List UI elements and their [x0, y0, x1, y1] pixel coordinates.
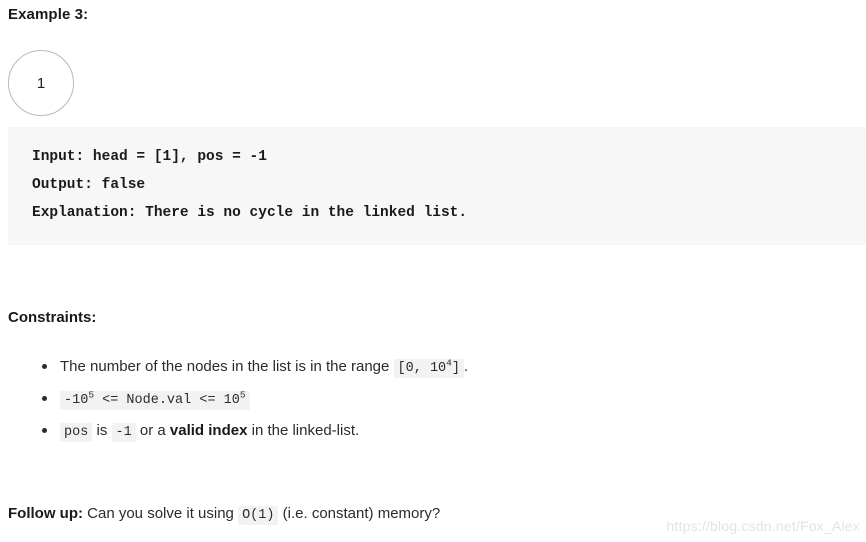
constraint-3-bold: valid index — [169, 422, 248, 439]
example-title: Example 3: — [8, 6, 89, 23]
document-page: Example 3: 1 Input: head = [1], pos = -1… — [0, 0, 866, 542]
follow-up-text-after: (i.e. constant) memory? — [282, 505, 441, 522]
constraint-2-lead-sup: 5 — [88, 389, 95, 401]
example-code-block: Input: head = [1], pos = -1 Output: fals… — [8, 127, 866, 245]
constraint-2-mid: <= Node.val <= 10 — [102, 393, 240, 408]
code-line-input: Input: head = [1], pos = -1 — [32, 149, 267, 165]
constraint-1-text: The number of the nodes in the list is i… — [60, 358, 390, 375]
follow-up-chip: O(1) — [238, 506, 279, 525]
node-value: 1 — [36, 74, 46, 92]
code-line-output: Output: false — [32, 177, 146, 193]
constraint-3-text-2: or a — [139, 422, 166, 439]
constraints-list: The number of the nodes in the list is i… — [8, 352, 866, 448]
follow-up: Follow up: Can you solve it using O(1) (… — [8, 505, 441, 525]
linked-list-diagram: 1 — [8, 50, 78, 116]
constraint-3-text-1: is — [96, 422, 108, 439]
follow-up-text-before: Can you solve it using — [87, 505, 234, 522]
list-item: The number of the nodes in the list is i… — [42, 352, 866, 384]
list-item: -105 <= Node.val <= 105 — [42, 384, 866, 416]
watermark: https://blog.csdn.net/Fox_Alex — [666, 518, 860, 534]
list-item: pos is -1 or a valid index in the linked… — [42, 416, 866, 448]
node-circle: 1 — [8, 50, 74, 116]
constraint-1-chip-tail: ] — [451, 361, 460, 376]
constraint-2-lead: -10 — [64, 393, 89, 408]
constraints-title: Constraints: — [8, 309, 97, 326]
follow-up-label: Follow up: — [8, 505, 83, 522]
constraint-3-chip-neg1: -1 — [111, 423, 136, 442]
constraint-1-chip-text: [0, 10 — [397, 361, 447, 376]
code-line-explanation: Explanation: There is no cycle in the li… — [32, 205, 468, 221]
constraint-3-chip-pos: pos — [60, 423, 93, 442]
constraint-2-chip: -105 <= Node.val <= 105 — [60, 389, 250, 410]
constraint-3-tail: in the linked-list. — [251, 422, 360, 439]
constraint-1-period: . — [463, 358, 469, 375]
constraint-2-mid-sup: 5 — [239, 389, 246, 401]
constraint-1-chip: [0, 104] — [393, 358, 464, 378]
